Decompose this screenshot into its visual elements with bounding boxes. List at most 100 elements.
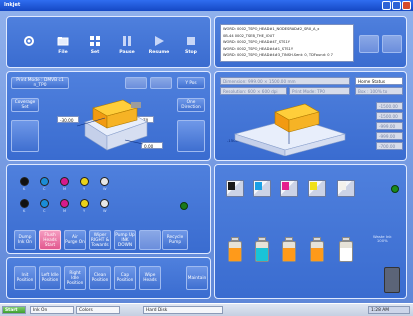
log-panel: WORD: 0002_TSPO_HEAD#1_NODESRAD#2_SRX_A_… bbox=[214, 16, 407, 68]
head-graphic bbox=[233, 103, 347, 156]
nozzle-label: C bbox=[43, 209, 46, 213]
toolbar-label: Stop bbox=[185, 50, 197, 55]
nozzle-label: M bbox=[63, 187, 67, 191]
nozzle-indicator[interactable] bbox=[80, 199, 89, 208]
ink-bottle[interactable] bbox=[228, 237, 242, 262]
log-button-b[interactable] bbox=[382, 35, 402, 53]
nozzle-label: Y bbox=[83, 187, 86, 191]
action-button[interactable]: Pump Up INK DOWN bbox=[114, 230, 136, 250]
stop-icon bbox=[184, 34, 198, 48]
ink-bottle[interactable] bbox=[282, 237, 296, 262]
play-icon bbox=[152, 34, 166, 48]
ink-cartridge[interactable] bbox=[253, 180, 271, 197]
ink-cartridge[interactable] bbox=[226, 180, 244, 197]
toolbar-stop-button[interactable]: Stop bbox=[176, 34, 206, 66]
ink-level bbox=[283, 247, 295, 261]
ink-color-swatch bbox=[282, 182, 289, 190]
motion-button[interactable]: Clean Position bbox=[89, 266, 111, 290]
print-head-graphic bbox=[76, 99, 148, 151]
nozzle-indicator[interactable] bbox=[60, 177, 69, 186]
ink-cartridge[interactable] bbox=[337, 180, 355, 197]
ink-bottle[interactable] bbox=[339, 237, 353, 262]
print-side-button[interactable] bbox=[11, 120, 39, 152]
head-field-4[interactable]: -999.00 bbox=[376, 132, 403, 140]
waste-ink-bin[interactable] bbox=[384, 267, 400, 293]
nozzle-label: Y bbox=[83, 209, 86, 213]
ink-bottle[interactable] bbox=[255, 237, 269, 262]
maximize-button[interactable] bbox=[392, 1, 401, 10]
nozzle-indicator[interactable] bbox=[60, 199, 69, 208]
bottle-body bbox=[255, 241, 269, 262]
nozzle-indicator[interactable] bbox=[80, 177, 89, 186]
nozzle-label: K bbox=[23, 187, 26, 191]
settings-icon bbox=[88, 34, 102, 48]
nozzle-indicator[interactable] bbox=[100, 177, 109, 186]
motion-button[interactable]: Left Idle Position bbox=[39, 266, 61, 290]
head-field-5[interactable]: -700.00 bbox=[376, 142, 403, 150]
motion-button[interactable]: Init Position bbox=[14, 266, 36, 290]
y-pos-button[interactable]: Y Pos bbox=[177, 77, 205, 89]
log-line: WORD: 0002_TSPO_HEAD#4#3_TINSH.Sent: 0, … bbox=[223, 53, 333, 57]
bottle-body bbox=[339, 241, 353, 262]
action-button[interactable]: Dump Ink On bbox=[14, 230, 36, 250]
dimension-field[interactable]: Dimension: 999.00 × 1500.00 mm bbox=[220, 77, 350, 85]
taskbar: Start Ink On Colors Hard Disk 1:28 AM bbox=[0, 303, 413, 316]
head-status-panel: Dimension: 999.00 × 1500.00 mm Resolutio… bbox=[214, 71, 407, 161]
print-mode-field[interactable]: Print Mode: TP0 bbox=[289, 87, 350, 95]
log-list[interactable]: WORD: 0002_TSPO_HEAD#1_NODESRAD#2_SRX_A_… bbox=[220, 24, 354, 62]
print-panel: Print Mode : DMVB c1 n_TP0 Y Pos Coverag… bbox=[6, 71, 211, 161]
pause-icon bbox=[120, 34, 134, 48]
taskbar-item-colors[interactable]: Colors bbox=[76, 306, 120, 314]
taskbar-item-ink[interactable]: Ink On bbox=[30, 306, 74, 314]
motion-button[interactable]: Right Idle Position bbox=[64, 266, 86, 290]
action-button[interactable]: Wiper RIGHT & Towards bbox=[89, 230, 111, 250]
action-button[interactable] bbox=[139, 230, 161, 250]
resolution-field[interactable]: Resolution: 600 × 600 dpi bbox=[220, 87, 287, 95]
toolbar-gear-button[interactable] bbox=[14, 34, 44, 66]
head-field-2[interactable]: -1500.00 bbox=[376, 112, 403, 120]
motion-button[interactable]: Maintain bbox=[186, 266, 208, 290]
ink-level bbox=[340, 247, 352, 261]
ink-cartridge[interactable] bbox=[308, 180, 326, 197]
action-button[interactable]: Recycle Pump bbox=[162, 230, 188, 250]
motion-button[interactable]: Wipe Heads bbox=[139, 266, 161, 290]
home-value-field[interactable]: Box : 100% to bbox=[355, 87, 403, 95]
motion-button[interactable]: Cap Position bbox=[114, 266, 136, 290]
ink-status-led bbox=[391, 185, 399, 193]
taskbar-hard-disk[interactable]: Hard Disk bbox=[143, 306, 223, 314]
print-side-button-right[interactable] bbox=[177, 120, 205, 152]
minimize-button[interactable] bbox=[382, 1, 391, 10]
ink-bottle[interactable] bbox=[310, 237, 324, 262]
print-option-a[interactable] bbox=[125, 77, 147, 89]
nozzle-indicator[interactable] bbox=[100, 199, 109, 208]
nozzle-indicator[interactable] bbox=[40, 199, 49, 208]
nozzle-indicator[interactable] bbox=[40, 177, 49, 186]
nozzle-status-led bbox=[180, 202, 188, 210]
close-button[interactable] bbox=[402, 1, 411, 10]
action-button[interactable]: Flush Heads Start bbox=[39, 230, 61, 250]
ink-color-swatch bbox=[310, 182, 317, 190]
action-button[interactable]: Air Purge On bbox=[64, 230, 86, 250]
start-button[interactable]: Start bbox=[2, 306, 26, 314]
toolbar-folder-button[interactable]: File bbox=[48, 34, 78, 66]
one-direction-button[interactable]: One Direction bbox=[177, 98, 205, 112]
toolbar-label: Set bbox=[90, 50, 100, 55]
nozzle-indicator[interactable] bbox=[20, 199, 29, 208]
home-status-field[interactable]: Home Status bbox=[355, 77, 403, 85]
toolbar-label: Resume bbox=[148, 50, 170, 55]
toolbar-settings-button[interactable]: Set bbox=[80, 34, 110, 66]
nozzle-indicator[interactable] bbox=[20, 177, 29, 186]
toolbar-play-button[interactable]: Resume bbox=[144, 34, 174, 66]
head-field-1[interactable]: -1500.00 bbox=[376, 102, 403, 110]
app-client: WORD: 0002_TSPO_HEAD#1_NODESRAD#2_SRX_A_… bbox=[0, 11, 413, 303]
coverage-set-button[interactable]: Coverage Set bbox=[11, 98, 39, 112]
head-field-3[interactable]: -999.00 bbox=[376, 122, 403, 130]
print-option-b[interactable] bbox=[150, 77, 172, 89]
print-mode-button[interactable]: Print Mode : DMVB c1 n_TP0 bbox=[11, 77, 69, 89]
bottle-body bbox=[228, 241, 242, 262]
title-bar: Inkjet bbox=[0, 0, 413, 11]
toolbar-pause-button[interactable]: Pause bbox=[112, 34, 142, 66]
folder-icon bbox=[56, 34, 70, 48]
log-button-a[interactable] bbox=[359, 35, 379, 53]
ink-cartridge[interactable] bbox=[280, 180, 298, 197]
